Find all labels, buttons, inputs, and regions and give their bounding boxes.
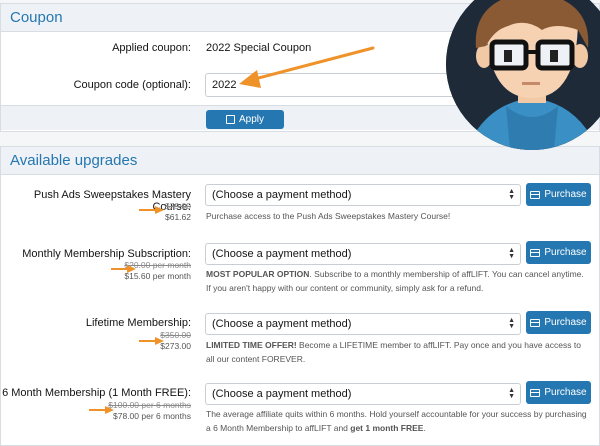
coupon-code-label: Coupon code (optional): [73, 79, 191, 91]
chevron-updown-icon: ▲ ▼ [508, 317, 515, 330]
desc-highlight: MOST POPULAR OPTION [206, 269, 310, 279]
old-price: $100.00 per 6 months [108, 400, 191, 410]
chevron-updown-icon: ▲ ▼ [508, 188, 515, 201]
save-icon [225, 115, 235, 124]
upgrades-title: Available upgrades [1, 147, 599, 175]
purchase-button[interactable]: Purchase [526, 311, 591, 334]
upgrades-panel: Available upgrades Push Ads Sweepstakes … [0, 146, 600, 446]
desc-text-tail: . [423, 423, 426, 433]
purchase-button[interactable]: Purchase [526, 241, 591, 264]
select-value: (Choose a payment method) [212, 388, 352, 400]
apply-button[interactable]: Apply [206, 110, 284, 129]
credit-card-icon [530, 248, 541, 257]
applied-coupon-label: Applied coupon: [112, 42, 191, 54]
purchase-button[interactable]: Purchase [526, 381, 591, 404]
new-price: $78.00 per 6 months [113, 411, 191, 421]
new-price: $273.00 [160, 341, 191, 351]
new-price: $61.62 [165, 212, 191, 222]
upgrade-price: $100.00 per 6 months $78.00 per 6 months [108, 400, 191, 422]
upgrade-name: Monthly Membership Subscription: [22, 248, 191, 260]
desc-text: Purchase access to the Push Ads Sweepsta… [206, 211, 451, 221]
apply-button-label: Apply [238, 114, 264, 125]
payment-method-select[interactable]: (Choose a payment method) ▲ ▼ [205, 184, 521, 206]
arrow-icon [139, 206, 164, 214]
upgrade-description: MOST POPULAR OPTION. Subscribe to a mont… [206, 267, 590, 295]
select-value: (Choose a payment method) [212, 248, 352, 260]
upgrade-price: $350.00 $273.00 [160, 330, 191, 352]
chevron-updown-icon: ▲ ▼ [508, 387, 515, 400]
chevron-updown-icon: ▲ ▼ [508, 247, 515, 260]
upgrade-description: Purchase access to the Push Ads Sweepsta… [206, 209, 590, 223]
credit-card-icon [530, 190, 541, 199]
payment-method-select[interactable]: (Choose a payment method) ▲ ▼ [205, 243, 521, 265]
payment-method-select[interactable]: (Choose a payment method) ▲ ▼ [205, 313, 521, 335]
upgrade-name: 6 Month Membership (1 Month FREE): [2, 387, 191, 399]
arrow-icon [111, 265, 136, 273]
purchase-button-label: Purchase [544, 317, 587, 328]
upgrade-description: LIMITED TIME OFFER! Become a LIFETIME me… [206, 338, 590, 366]
upgrade-price: $79.00 $61.62 [165, 201, 191, 223]
upgrade-name: Lifetime Membership: [85, 317, 191, 329]
purchase-button-label: Purchase [544, 387, 587, 398]
arrow-icon [89, 406, 114, 414]
purchase-button-label: Purchase [544, 189, 587, 200]
select-value: (Choose a payment method) [212, 189, 352, 201]
old-price: $79.00 [165, 201, 191, 211]
select-value: (Choose a payment method) [212, 318, 352, 330]
desc-highlight-tail: get 1 month FREE [350, 423, 424, 433]
purchase-button-label: Purchase [544, 247, 587, 258]
purchase-button[interactable]: Purchase [526, 183, 591, 206]
arrow-icon [239, 46, 375, 88]
payment-method-select[interactable]: (Choose a payment method) ▲ ▼ [205, 383, 521, 405]
desc-highlight: LIMITED TIME OFFER! [206, 340, 297, 350]
arrow-icon [139, 337, 164, 345]
credit-card-icon [530, 388, 541, 397]
upgrade-description: The average affiliate quits within 6 mon… [206, 407, 590, 435]
credit-card-icon [530, 318, 541, 327]
old-price: $350.00 [160, 330, 191, 340]
